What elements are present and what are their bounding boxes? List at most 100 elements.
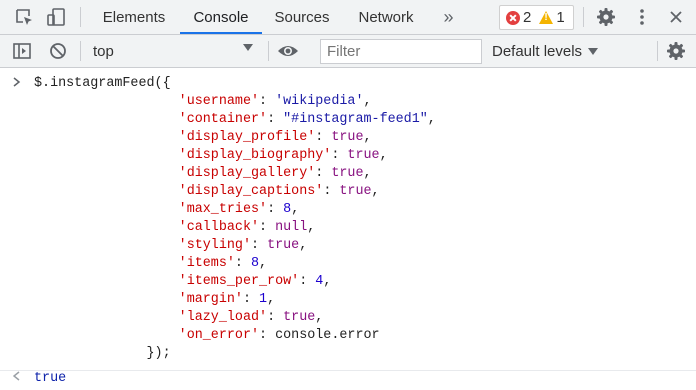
kebab-menu-icon[interactable] — [630, 5, 654, 29]
code-token: : — [250, 238, 268, 253]
warning-count: 1 — [556, 9, 565, 26]
code-token: : — [323, 184, 340, 199]
code-token: , — [323, 274, 332, 289]
divider — [80, 7, 81, 27]
code-token: : — [234, 256, 251, 271]
code-token: true — [331, 166, 364, 181]
code-line: 'display_biography': true, — [34, 147, 436, 165]
filter-input[interactable] — [320, 39, 482, 64]
tab-sources[interactable]: Sources — [266, 0, 338, 35]
code-token: null — [275, 220, 308, 235]
code-token: 'display_gallery' — [178, 166, 316, 181]
divider — [268, 41, 269, 61]
code-line: 'display_gallery': true, — [34, 165, 436, 183]
code-token: : — [267, 112, 284, 127]
result-value: true — [34, 371, 67, 386]
devtools-tab-bar: Elements Console Sources Network » 2 1 — [0, 0, 696, 35]
code-token: 8 — [283, 202, 292, 217]
close-icon[interactable] — [664, 5, 688, 29]
code-token: 'items' — [178, 256, 235, 271]
code-token: , — [267, 292, 276, 307]
code-token: true — [267, 238, 300, 253]
inspect-element-icon[interactable] — [12, 5, 36, 29]
code-token: , — [363, 166, 372, 181]
console-settings-gear-icon[interactable] — [664, 39, 688, 63]
clear-console-icon[interactable] — [46, 39, 70, 63]
context-selector[interactable]: top — [87, 38, 259, 64]
sidebar-toggle-icon[interactable] — [10, 39, 34, 63]
code-token: , — [363, 130, 372, 145]
error-count: 2 — [523, 9, 532, 26]
code-token: : — [242, 292, 260, 307]
code-token: 'username' — [178, 94, 260, 109]
code-token: , — [363, 94, 372, 109]
code-line: 'callback': null, — [34, 219, 436, 237]
code-token: : — [267, 202, 284, 217]
code-token: , — [259, 256, 268, 271]
active-tab-indicator — [180, 32, 262, 34]
code-line: 'items_per_row': 4, — [34, 273, 436, 291]
code-token: 'display_captions' — [178, 184, 324, 199]
code-token: $.instagramFeed({ — [34, 76, 171, 91]
code-token: true — [339, 184, 372, 199]
code-token: , — [371, 184, 380, 199]
error-icon — [506, 10, 520, 25]
code-token: , — [427, 112, 436, 127]
code-token: , — [307, 220, 316, 235]
console-result-entry: true — [0, 371, 696, 390]
console-input-entry: $.instagramFeed({ 'username': 'wikipedia… — [0, 75, 696, 371]
code-token: : — [267, 310, 284, 325]
code-token: : — [259, 220, 276, 235]
code-token: , — [379, 148, 388, 163]
eye-icon[interactable] — [276, 39, 300, 63]
code-token: 'display_biography' — [178, 148, 332, 163]
log-levels-dropdown[interactable]: Default levels — [492, 39, 599, 64]
issues-counter-button[interactable]: 2 1 — [499, 5, 574, 30]
code-token: : — [331, 148, 348, 163]
code-token: true — [347, 148, 380, 163]
code-token: 'wikipedia' — [275, 94, 364, 109]
divider — [657, 41, 658, 61]
code-token: 'margin' — [178, 292, 243, 307]
code-token: 'callback' — [178, 220, 260, 235]
code-token: "#instagram-feed1" — [283, 112, 428, 127]
code-line: 'container': "#instagram-feed1", — [34, 111, 436, 129]
code-token: true — [283, 310, 316, 325]
code-line: }); — [34, 345, 436, 363]
tab-elements[interactable]: Elements — [92, 0, 176, 35]
device-toolbar-icon[interactable] — [44, 5, 68, 29]
code-token: }); — [34, 346, 171, 361]
more-tabs-chevron-icon[interactable]: » — [438, 5, 456, 29]
tab-console[interactable]: Console — [180, 0, 262, 35]
code-token: 1 — [259, 292, 268, 307]
code-token: 'display_profile' — [178, 130, 316, 145]
gear-icon[interactable] — [594, 5, 618, 29]
chevron-down-icon — [243, 44, 253, 51]
code-token: 'container' — [178, 112, 268, 127]
code-token: : — [259, 94, 276, 109]
code-token: : — [315, 130, 332, 145]
tab-network[interactable]: Network — [346, 0, 426, 35]
chevron-down-icon — [588, 48, 599, 55]
code-line: 'on_error': console.error — [34, 327, 436, 345]
code-token: 'max_tries' — [178, 202, 268, 217]
code-line: 'display_profile': true, — [34, 129, 436, 147]
console-code: $.instagramFeed({ 'username': 'wikipedia… — [34, 75, 436, 363]
console-output[interactable]: $.instagramFeed({ 'username': 'wikipedia… — [0, 69, 696, 390]
result-prompt-chevron-icon — [12, 371, 21, 384]
log-levels-label: Default levels — [492, 43, 583, 60]
code-line: 'styling': true, — [34, 237, 436, 255]
code-line: 'username': 'wikipedia', — [34, 93, 436, 111]
divider — [583, 7, 584, 27]
